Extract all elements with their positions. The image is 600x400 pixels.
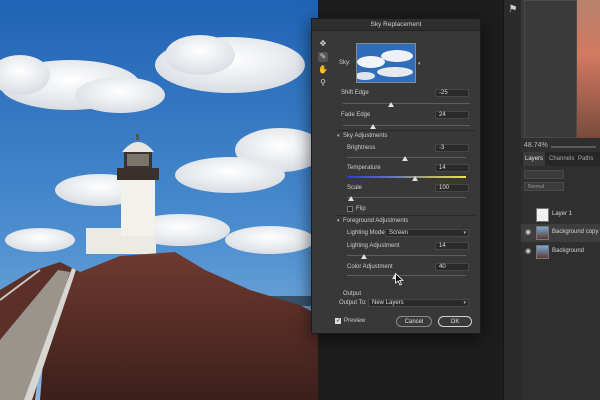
temperature-input[interactable]: 14 [435, 164, 469, 172]
zoom-slider[interactable] [551, 146, 596, 148]
lighting-adjustment-input[interactable]: 14 [435, 242, 469, 250]
eye-icon[interactable]: ◉ [525, 248, 533, 256]
panel-toolstrip: ⚑ [503, 0, 521, 400]
fade-edge-slider[interactable] [370, 124, 377, 129]
zoom-icon[interactable]: ⚲ [318, 78, 328, 88]
sky-preset-image [357, 44, 415, 82]
temperature-label: Temperature [347, 165, 381, 171]
layer-name: Background [552, 248, 585, 254]
flip-label: Flip [356, 206, 366, 212]
sky-brush-icon[interactable]: ✎ [318, 52, 328, 62]
flip-checkbox[interactable] [347, 206, 353, 212]
brightness-label: Brightness [347, 145, 376, 151]
navigator-frame [524, 0, 577, 138]
canvas-image[interactable] [0, 0, 318, 400]
lighting-adjustment-label: Lighting Adjustment [347, 243, 400, 249]
mouse-cursor-icon [395, 273, 404, 286]
layer-thumbnail [536, 226, 549, 240]
scale-label: Scale [347, 185, 363, 191]
layer-row[interactable]: Layer 1 [521, 206, 600, 224]
layer-row[interactable]: ◉ Background [521, 243, 600, 261]
scale-input[interactable]: 100 [435, 184, 469, 192]
chevron-down-icon: ▾ [463, 230, 466, 236]
scale-slider[interactable] [347, 196, 354, 201]
eye-icon[interactable]: ◉ [525, 229, 533, 237]
right-panel: 48.74% Layers Channels Paths Normal Laye… [521, 0, 600, 400]
fade-edge-input[interactable]: 24 [435, 111, 469, 119]
layer-row[interactable]: ◉ Background copy [521, 224, 600, 242]
sky-replacement-dialog: Sky Replacement ✥ ✎ ✋ ⚲ Sky: ▾ Shift Edg… [311, 18, 481, 334]
brightness-slider[interactable] [402, 156, 409, 161]
foreground-adjustments-heading: Foreground Adjustments [343, 218, 409, 224]
zoom-value: 48.74% [524, 142, 548, 149]
color-adjustment-track [347, 275, 466, 276]
lighting-mode-select[interactable]: Screen ▾ [385, 229, 469, 237]
fade-edge-label: Fade Edge [341, 112, 371, 118]
navigator-panel [521, 0, 600, 138]
layer-name: Layer 1 [552, 211, 573, 217]
dialog-tools: ✥ ✎ ✋ ⚲ [318, 39, 328, 109]
navigator-thumbnail[interactable] [577, 0, 600, 138]
layer-filter-field[interactable] [524, 170, 564, 179]
zoom-row: 48.74% [521, 140, 600, 152]
output-to-label: Output To: [339, 300, 367, 306]
lighting-mode-value: Screen [389, 230, 409, 236]
sky-adjustments-heading: Sky Adjustments [343, 133, 388, 139]
history-icon[interactable]: ⚑ [507, 4, 519, 16]
color-adjustment-label: Color Adjustment [347, 264, 393, 270]
chevron-down-icon[interactable]: ▾ [418, 61, 421, 67]
divider [335, 130, 475, 131]
temperature-slider[interactable] [411, 176, 418, 181]
lighthouse-photo [0, 0, 318, 400]
shift-edge-label: Shift Edge [341, 90, 369, 96]
cancel-button[interactable]: Cancel [396, 316, 432, 327]
tab-paths[interactable]: Paths [576, 152, 595, 166]
tab-layers[interactable]: Layers [523, 152, 546, 166]
layer-thumbnail [536, 245, 549, 259]
move-icon[interactable]: ✥ [318, 39, 328, 49]
panel-tabs: Layers Channels Paths [521, 152, 600, 166]
scale-track [347, 197, 466, 198]
preview-label: Preview [344, 318, 366, 324]
shift-edge-input[interactable]: -25 [435, 89, 469, 97]
lighting-adjustment-slider[interactable] [360, 254, 367, 259]
temperature-track [347, 176, 466, 178]
color-adjustment-input[interactable]: 40 [435, 263, 469, 271]
tab-channels[interactable]: Channels [547, 152, 576, 166]
shift-edge-slider[interactable] [388, 102, 395, 107]
chevron-down-icon: ▾ [463, 300, 466, 306]
fade-edge-track [343, 125, 470, 126]
blend-mode-select[interactable]: Normal [524, 182, 564, 191]
output-heading: Output [343, 291, 362, 297]
foreground-adjustments-section[interactable]: ▾ Foreground Adjustments [337, 218, 408, 224]
sky-label: Sky: [339, 60, 351, 66]
brightness-input[interactable]: -3 [435, 144, 469, 152]
dialog-title[interactable]: Sky Replacement [312, 19, 480, 31]
layer-name: Background copy [552, 229, 599, 235]
divider [335, 215, 475, 216]
sky-preset-thumbnail[interactable] [356, 43, 416, 83]
preview-checkbox[interactable] [335, 317, 341, 324]
layer-thumbnail [536, 208, 549, 222]
hand-icon[interactable]: ✋ [318, 65, 328, 75]
shift-edge-track [343, 103, 470, 104]
lighting-mode-label: Lighting Mode: [347, 230, 387, 236]
output-to-value: New Layers [372, 300, 404, 306]
ok-button[interactable]: OK [438, 316, 472, 327]
sky-adjustments-section[interactable]: ▾ Sky Adjustments [337, 133, 387, 139]
output-to-select[interactable]: New Layers ▾ [368, 299, 469, 307]
